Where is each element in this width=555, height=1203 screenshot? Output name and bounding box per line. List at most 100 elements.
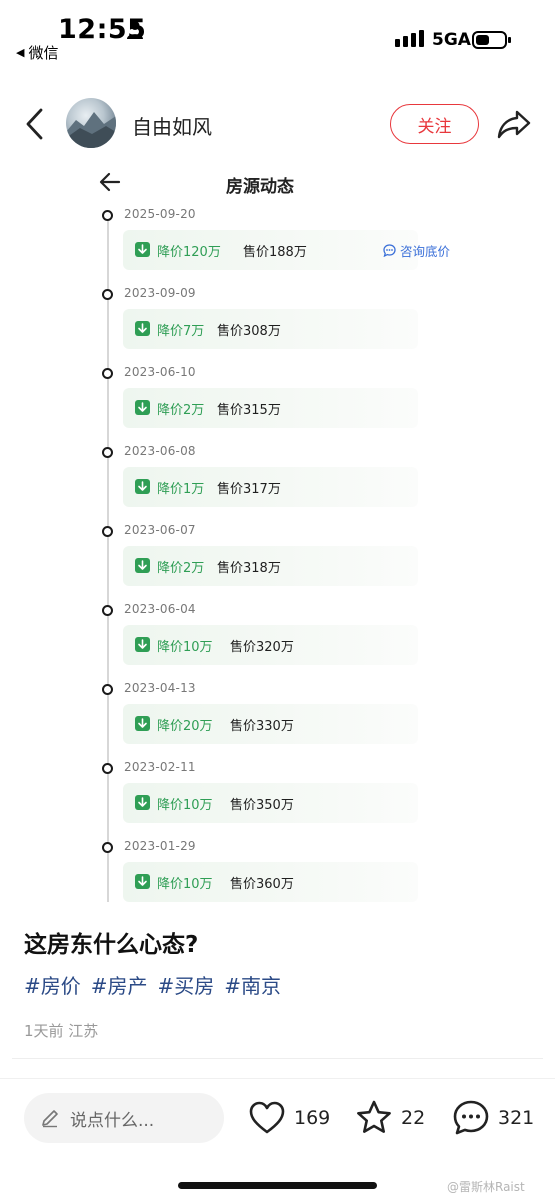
timeline-date: 2023-02-11 [124,760,196,774]
network-label: 5GA [432,30,471,50]
timeline-dot [102,210,113,221]
timeline-dot [102,289,113,300]
back-to-app-link[interactable]: ◀ 微信 [16,42,58,63]
comment-icon [453,1100,489,1135]
price-change-card[interactable]: 降价20万 售价330万 [123,704,418,744]
person-icon [127,21,143,39]
timeline-date: 2023-01-29 [124,839,196,853]
timeline-dot [102,605,113,616]
sale-price-label: 售价350万 [230,798,294,813]
timeline-item: 2023-02-11 降价10万 售价350万 [90,757,430,836]
like-button[interactable]: 169 [248,1099,330,1137]
consult-price-label: 咨询底价 [400,244,451,259]
timeline-dot [102,368,113,379]
follow-button[interactable]: 关注 [390,104,479,144]
price-change-card[interactable]: 降价7万 售价308万 [123,309,418,349]
author-name[interactable]: 自由如风 [132,111,212,140]
avatar-image [66,112,116,148]
status-bar: 12:55 ◀ 微信 5GA [0,0,555,68]
comment-placeholder: 说点什么... [70,1110,155,1131]
signal-icon [395,30,424,47]
timeline-item: 2023-06-10 降价2万 售价315万 [90,362,430,441]
price-drop-label: 降价7万 [157,324,205,339]
timeline-date: 2023-04-13 [124,681,196,695]
listing-history-panel: 房源动态 2025-09-20 降价120万 售价188万 咨询底价 2023-09-0… [90,160,450,905]
price-change-card[interactable]: 降价2万 售价315万 [123,388,418,428]
watermark: @雷斯林Raist [447,1180,525,1194]
post-meta: 1天前 江苏 [24,1022,99,1040]
price-change-card[interactable]: 降价10万 售价350万 [123,783,418,823]
sale-price-label: 售价330万 [230,719,294,734]
post-title: 这房东什么心态? [24,932,199,958]
price-drop-label: 降价10万 [157,640,213,655]
sale-price-label: 售价315万 [217,403,281,418]
back-to-app-label: 微信 [28,44,59,62]
hashtag-link[interactable]: #南京 [224,970,281,999]
timeline-item: 2023-06-07 降价2万 售价318万 [90,520,430,599]
sale-price-label: 售价317万 [217,482,281,497]
timeline-item: 2023-04-13 降价20万 售价330万 [90,678,430,757]
arrow-down-icon [135,795,150,810]
comment-count: 321 [498,1107,535,1129]
price-drop-label: 降价1万 [157,482,205,497]
consult-price-link[interactable]: 咨询底价 [383,241,450,260]
arrow-down-icon [135,242,150,257]
arrow-down-icon [135,400,150,415]
hashtag-link[interactable]: #买房 [158,970,215,999]
battery-icon [472,31,511,49]
sale-price-label: 售价360万 [230,877,294,892]
comment-button[interactable]: 321 [452,1099,534,1137]
timeline-date: 2023-09-09 [124,286,196,300]
like-count: 169 [294,1107,331,1129]
price-drop-label: 降价2万 [157,403,205,418]
timeline-dot [102,763,113,774]
price-change-card[interactable]: 降价120万 售价188万 咨询底价 [123,230,450,270]
price-change-card[interactable]: 降价10万 售价320万 [123,625,418,665]
arrow-down-icon [135,558,150,573]
price-drop-label: 降价10万 [157,798,213,813]
sale-price-label: 售价318万 [217,561,281,576]
timeline-dot [102,684,113,695]
timeline-date: 2023-06-08 [124,444,196,458]
back-triangle-icon: ◀ [16,46,25,59]
price-change-card[interactable]: 降价10万 售价360万 [123,862,418,902]
avatar[interactable] [66,98,116,148]
arrow-down-icon [135,874,150,889]
home-indicator [178,1182,377,1189]
listing-history-title: 房源动态 [226,177,294,197]
timeline-item: 2023-06-04 降价10万 售价320万 [90,599,430,678]
timeline-dot [102,842,113,853]
hashtag-link[interactable]: #房产 [91,970,148,999]
timeline-item: 2025-09-20 降价120万 售价188万 咨询底价 [90,204,450,283]
hashtag-link[interactable]: #房价 [24,970,81,999]
share-icon[interactable] [496,106,532,142]
sale-price-label: 售价308万 [217,324,281,339]
price-drop-label: 降价10万 [157,877,213,892]
arrow-down-icon [135,637,150,652]
comment-input[interactable]: 说点什么... [24,1093,224,1143]
timeline-date: 2025-09-20 [124,207,196,221]
collect-count: 22 [401,1107,426,1129]
timeline-dot [102,447,113,458]
price-change-card[interactable]: 降价1万 售价317万 [123,467,418,507]
timeline-date: 2023-06-10 [124,365,196,379]
timeline-date: 2023-06-07 [124,523,196,537]
timeline-date: 2023-06-04 [124,602,196,616]
star-icon [357,1100,391,1133]
price-drop-label: 降价20万 [157,719,213,734]
chat-bubble-icon [383,244,396,257]
bottom-action-bar: 说点什么... 169 22 321 [0,1078,555,1168]
timeline-item: 2023-01-29 降价10万 售价360万 [90,836,430,915]
back-chevron-icon[interactable] [22,106,48,142]
pencil-icon [42,1110,58,1128]
arrow-down-icon [135,321,150,336]
heart-icon [249,1101,285,1134]
sale-price-label: 售价188万 [243,245,307,260]
collect-button[interactable]: 22 [355,1099,425,1137]
timeline-item: 2023-09-09 降价7万 售价308万 [90,283,430,362]
price-change-card[interactable]: 降价2万 售价318万 [123,546,418,586]
price-drop-label: 降价120万 [157,245,221,260]
arrow-down-icon [135,479,150,494]
arrow-down-icon [135,716,150,731]
price-drop-label: 降价2万 [157,561,205,576]
